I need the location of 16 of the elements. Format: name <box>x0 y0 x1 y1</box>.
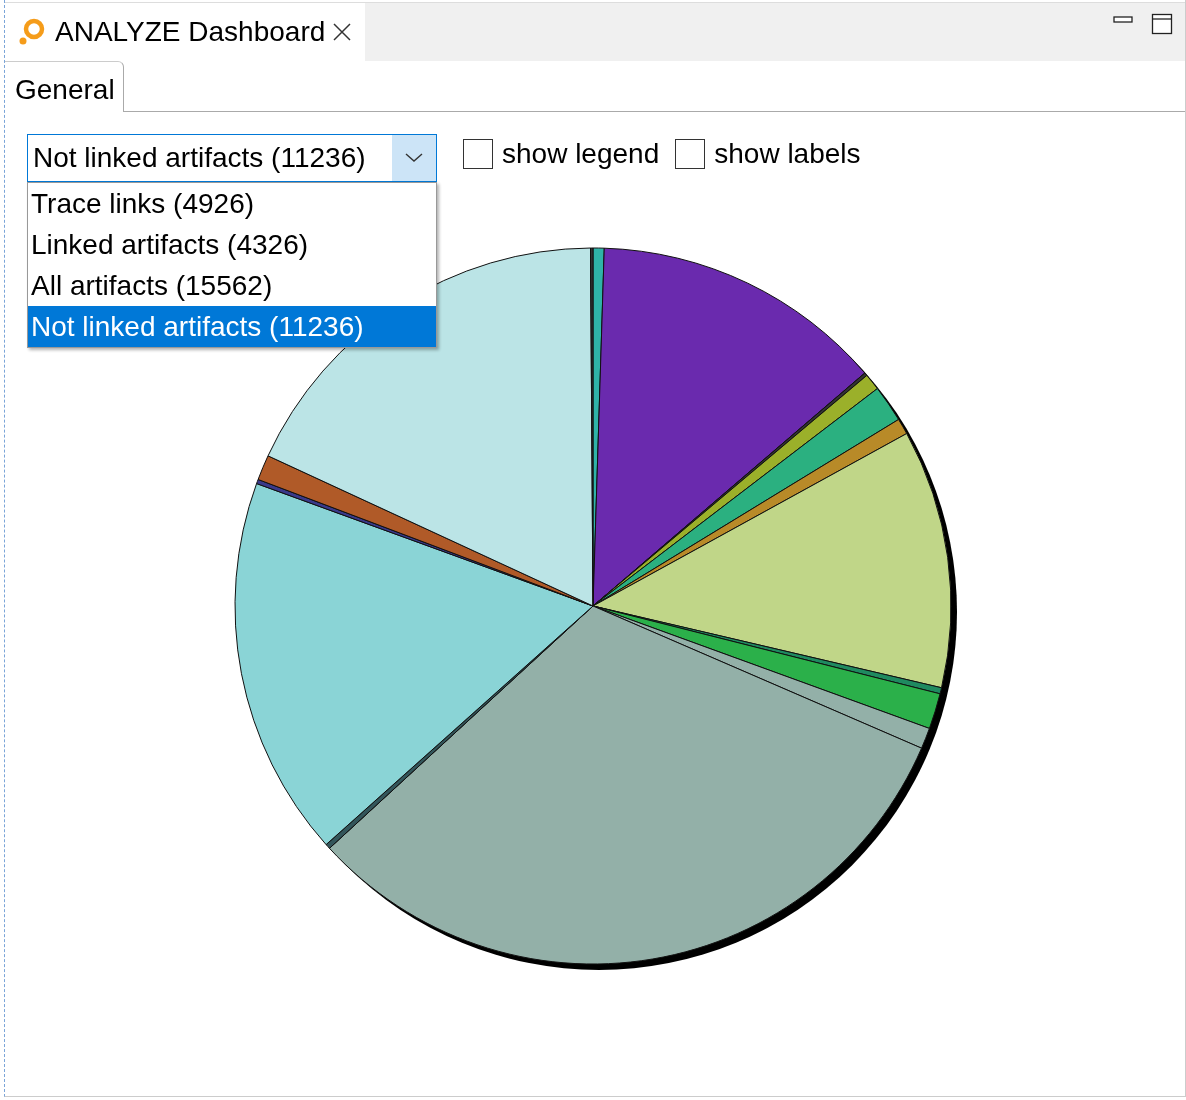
dropdown-option[interactable]: Trace links (4926) <box>28 183 436 224</box>
checkbox-label: show legend <box>502 138 660 170</box>
checkbox[interactable] <box>675 139 706 169</box>
chevron-down-icon <box>405 153 423 163</box>
checkbox-label: show labels <box>714 138 861 170</box>
editor-tab[interactable]: ANALYZE Dashboard <box>5 3 366 61</box>
minimize-icon[interactable] <box>1113 13 1133 25</box>
dropdown[interactable]: Not linked artifacts (11236) <box>27 134 437 182</box>
checkbox[interactable] <box>463 139 493 169</box>
close-icon[interactable] <box>333 23 352 41</box>
dropdown-option[interactable]: Linked artifacts (4326) <box>28 224 436 265</box>
tab[interactable]: General <box>5 61 124 112</box>
dropdown-value: Not linked artifacts (11236) <box>33 142 366 174</box>
dropdown-option[interactable]: All artifacts (15562) <box>28 265 436 306</box>
maximize-icon[interactable] <box>1151 13 1173 35</box>
dropdown-option[interactable]: Not linked artifacts (11236) <box>28 306 436 347</box>
